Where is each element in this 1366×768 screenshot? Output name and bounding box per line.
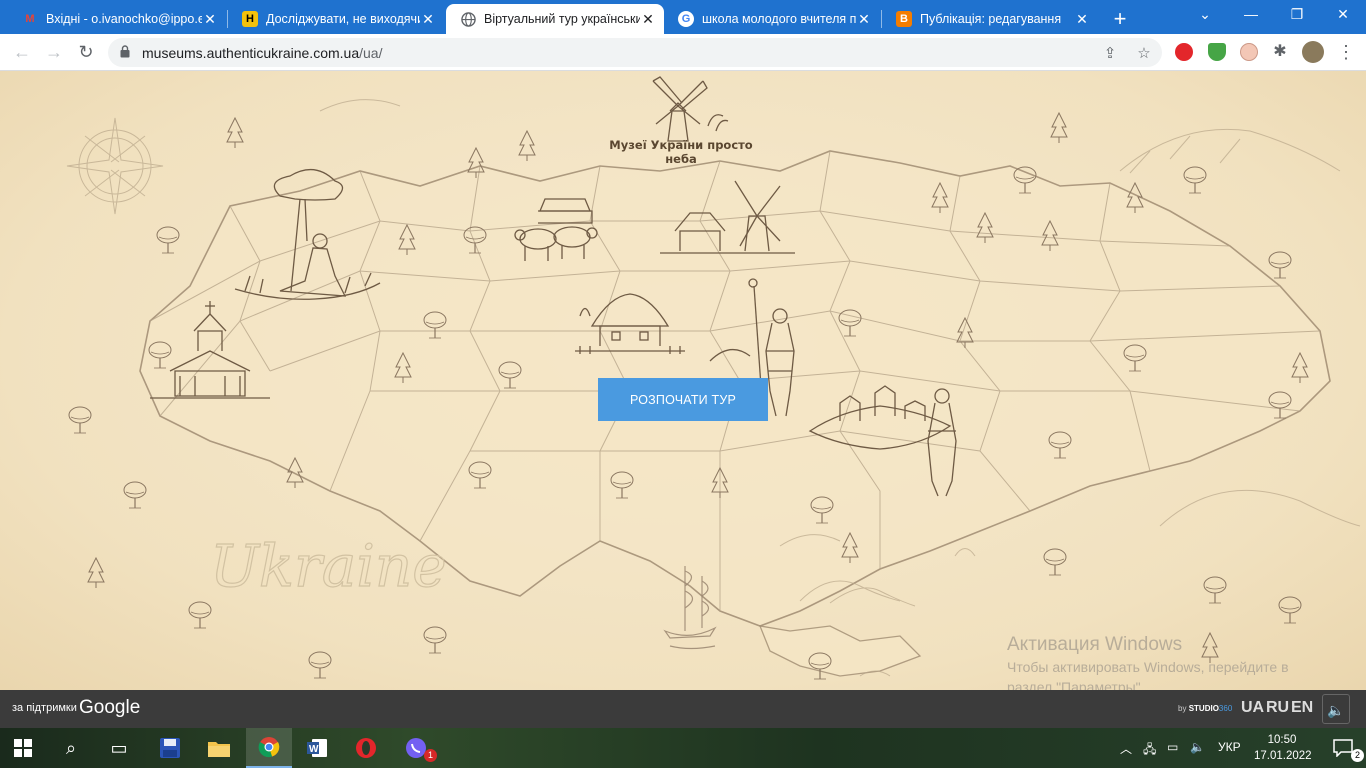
opera-icon[interactable] <box>343 728 389 768</box>
show-hidden-icons-icon[interactable]: ︿ <box>1120 740 1132 757</box>
windows-activation-title: Активация Windows <box>1007 634 1183 655</box>
word-icon[interactable]: W <box>294 728 340 768</box>
face-extension-icon[interactable] <box>1240 43 1258 61</box>
lang-ua-button[interactable]: UA <box>1241 699 1264 717</box>
address-bar[interactable]: museums.authenticukraine.com.ua/ua/ ⇪ ☆ <box>108 38 1162 67</box>
google-logo[interactable]: Google <box>79 697 140 719</box>
back-button[interactable]: ← <box>11 41 33 63</box>
task-view-icon[interactable]: ▭ <box>96 728 142 768</box>
browser-tabstrip: M Вхідні - o.ivanochko@ippo.e ✕ H Дослід… <box>0 0 1366 34</box>
close-icon[interactable]: ✕ <box>1074 11 1090 28</box>
tab-title: Вхідні - o.ivanochko@ippo.e <box>46 12 202 26</box>
avatar[interactable] <box>1302 41 1324 63</box>
close-icon[interactable]: ✕ <box>856 11 872 28</box>
notifications-icon[interactable]: 2 <box>1320 728 1366 768</box>
forward-button[interactable]: → <box>43 41 65 63</box>
powered-by-label: за підтримки <box>12 702 77 714</box>
start-tour-button[interactable]: РОЗПОЧАТИ ТУР <box>598 378 768 421</box>
gmail-icon: M <box>25 13 35 25</box>
menu-dots-icon[interactable]: ⋮ <box>1335 41 1357 63</box>
h-icon: H <box>242 11 258 27</box>
map-page: Ukraine Музеї України просто неба РОЗПОЧ… <box>0 71 1366 690</box>
clock[interactable]: 10:50 17.01.2022 <box>1254 732 1312 764</box>
tab-search-icon[interactable]: ⌄ <box>1182 6 1228 23</box>
studio360-logo[interactable]: by STUDIO360 <box>1178 704 1232 713</box>
windows-activation-text: Чтобы активировать Windows, перейдите в … <box>1007 659 1289 690</box>
puzzle-extensions-icon[interactable]: ✱ <box>1271 43 1289 61</box>
keyboard-language[interactable]: УКР <box>1218 740 1241 754</box>
globe-icon <box>460 11 476 27</box>
clock-date: 17.01.2022 <box>1254 750 1312 762</box>
search-icon[interactable]: ⌕ <box>48 728 94 768</box>
share-icon[interactable]: ⇪ <box>1101 44 1119 62</box>
tab-blogger[interactable]: B Публікація: редагування ✕ <box>882 4 1098 34</box>
opera-extension-icon[interactable] <box>1175 43 1193 61</box>
network-icon[interactable]: 🖧 <box>1143 740 1156 761</box>
volume-icon[interactable]: 🔈 <box>1190 740 1205 754</box>
new-tab-button[interactable]: + <box>1108 6 1132 32</box>
blogger-icon: B <box>896 11 912 27</box>
tab-title: Віртуальний тур українськи <box>484 12 640 26</box>
url-text[interactable]: museums.authenticukraine.com.ua/ua/ <box>142 45 382 61</box>
google-icon: G <box>678 11 694 27</box>
site-title[interactable]: Музеї України просто неба <box>596 138 766 166</box>
close-window-button[interactable]: ✕ <box>1320 6 1366 23</box>
tab-shkola[interactable]: G школа молодого вчителя п ✕ <box>664 4 880 34</box>
tab-gmail[interactable]: M Вхідні - o.ivanochko@ippo.e ✕ <box>8 4 226 34</box>
map-watermark-text: Ukraine <box>210 532 447 600</box>
restore-button[interactable]: ❐ <box>1274 6 1320 23</box>
close-icon[interactable]: ✕ <box>420 11 436 28</box>
site-footer-bar: за підтримки Google by STUDIO360 UA RU E… <box>0 690 1366 728</box>
start-windows-icon[interactable] <box>0 728 46 768</box>
close-icon[interactable]: ✕ <box>640 11 656 28</box>
shield-extension-icon[interactable] <box>1208 43 1226 61</box>
viber-badge: 1 <box>424 749 437 762</box>
file-explorer-icon[interactable] <box>196 728 242 768</box>
bookmark-star-icon[interactable]: ☆ <box>1135 44 1153 62</box>
browser-toolbar: ← → ↻ museums.authenticukraine.com.ua/ua… <box>0 34 1366 71</box>
tab-doslidzhuvaty[interactable]: H Досліджувати, не виходячи ✕ <box>228 4 444 34</box>
reload-button[interactable]: ↻ <box>75 41 97 63</box>
clock-time: 10:50 <box>1267 734 1297 746</box>
chrome-icon[interactable] <box>246 728 292 768</box>
battery-icon[interactable]: ▭ <box>1167 740 1178 754</box>
lang-ru-button[interactable]: RU <box>1266 699 1289 717</box>
tab-title: Публікація: редагування <box>920 12 1062 26</box>
lang-en-button[interactable]: EN <box>1291 699 1313 717</box>
tab-title: Досліджувати, не виходячи <box>266 12 420 26</box>
minimize-button[interactable]: — <box>1228 6 1274 22</box>
svg-text:W: W <box>309 744 319 755</box>
tab-virtual-tour[interactable]: Віртуальний тур українськи ✕ <box>446 4 664 34</box>
notifications-count: 2 <box>1351 749 1364 762</box>
viber-icon[interactable]: 1 <box>393 728 439 768</box>
close-icon[interactable]: ✕ <box>202 11 218 28</box>
save-app-icon[interactable] <box>147 728 193 768</box>
windows-taskbar: ⌕ ▭ W 1 ︿ 🖧 ▭ 🔈 УКР 10:50 17.01.2022 2 <box>0 728 1366 768</box>
lock-icon[interactable] <box>120 45 130 58</box>
sound-toggle-button[interactable]: 🔈 <box>1322 694 1350 724</box>
tab-title: школа молодого вчителя п <box>702 12 856 26</box>
